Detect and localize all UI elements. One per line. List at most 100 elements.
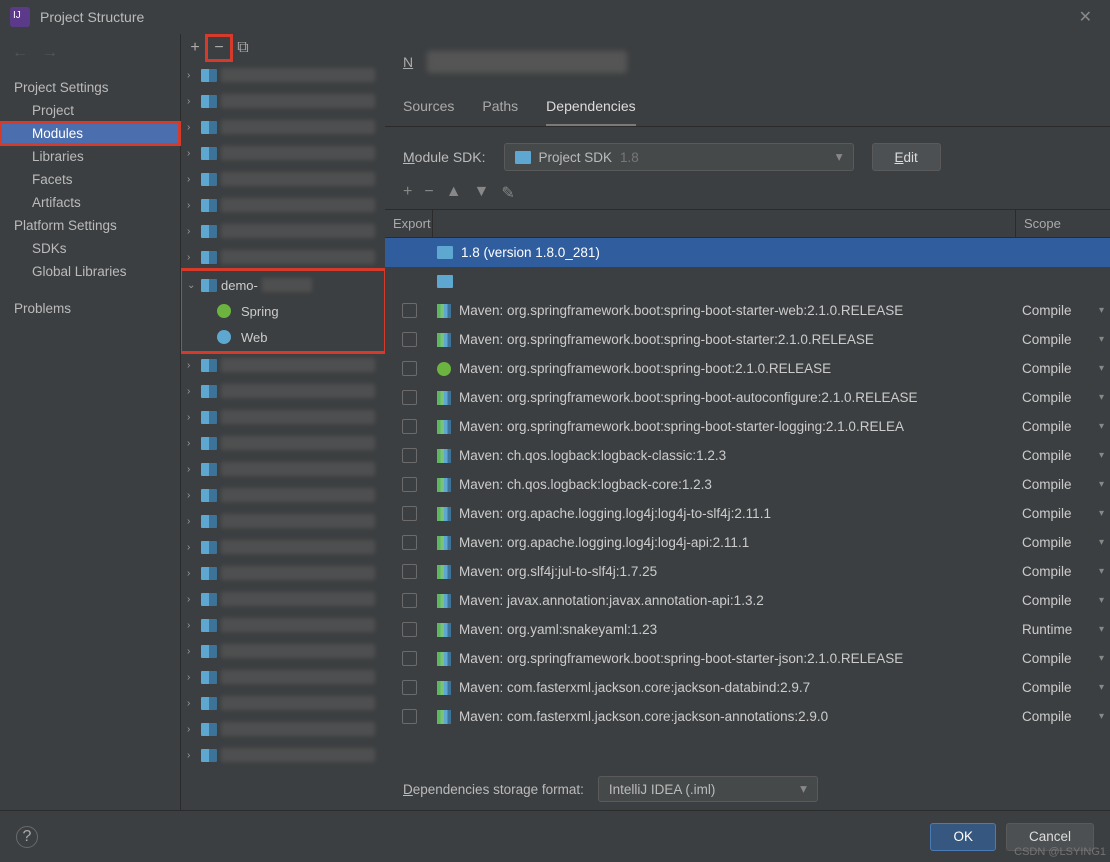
dep-remove-icon[interactable]: − (424, 183, 433, 203)
nav-forward-icon[interactable]: → (42, 44, 58, 62)
scope-combo[interactable]: Compile▾ (1016, 651, 1110, 666)
module-row[interactable]: › (181, 638, 385, 664)
export-checkbox[interactable] (402, 622, 417, 637)
module-row[interactable]: › (181, 166, 385, 192)
add-module-icon[interactable]: + (185, 38, 205, 58)
dep-row[interactable]: Maven: org.springframework.boot:spring-b… (385, 383, 1110, 412)
close-icon[interactable]: ✕ (1071, 3, 1100, 31)
scope-combo[interactable]: Compile▾ (1016, 332, 1110, 347)
export-checkbox[interactable] (402, 680, 417, 695)
dep-row[interactable]: Maven: ch.qos.logback:logback-classic:1.… (385, 441, 1110, 470)
module-row[interactable]: › (181, 430, 385, 456)
dep-row[interactable]: Maven: org.yaml:snakeyaml:1.23Runtime▾ (385, 615, 1110, 644)
module-tree[interactable]: ››››››››⌄demo-SpringWeb›››››››››››››››› (181, 62, 385, 810)
dep-up-icon[interactable]: ▲ (446, 183, 462, 203)
module-row[interactable]: › (181, 456, 385, 482)
module-row[interactable]: › (181, 140, 385, 166)
module-row[interactable]: › (181, 690, 385, 716)
dep-row[interactable]: Maven: org.apache.logging.log4j:log4j-ap… (385, 528, 1110, 557)
nav-item-facets[interactable]: Facets (0, 168, 180, 191)
tab-paths[interactable]: Paths (482, 90, 518, 126)
col-export[interactable]: Export (385, 210, 433, 237)
dep-row[interactable]: Maven: org.springframework.boot:spring-b… (385, 354, 1110, 383)
nav-item-problems[interactable]: Problems (0, 297, 180, 320)
module-web[interactable]: Web (181, 324, 385, 350)
dep-row[interactable]: Maven: org.springframework.boot:spring-b… (385, 325, 1110, 354)
nav-item-sdks[interactable]: SDKs (0, 237, 180, 260)
scope-combo[interactable]: Compile▾ (1016, 419, 1110, 434)
scope-combo[interactable]: Compile▾ (1016, 477, 1110, 492)
dep-row[interactable]: Maven: com.fasterxml.jackson.core:jackso… (385, 673, 1110, 702)
dep-row[interactable]: Maven: ch.qos.logback:logback-core:1.2.3… (385, 470, 1110, 499)
dep-row-module-source[interactable] (385, 267, 1110, 296)
dep-down-icon[interactable]: ▼ (474, 183, 490, 203)
export-checkbox[interactable] (402, 593, 417, 608)
module-row[interactable]: › (181, 88, 385, 114)
module-name-field[interactable] (427, 51, 627, 73)
dep-row[interactable]: Maven: org.apache.logging.log4j:log4j-to… (385, 499, 1110, 528)
module-row[interactable]: › (181, 62, 385, 88)
export-checkbox[interactable] (402, 303, 417, 318)
help-icon[interactable]: ? (16, 826, 38, 848)
scope-combo[interactable]: Compile▾ (1016, 680, 1110, 695)
dep-row-jdk[interactable]: 1.8 (version 1.8.0_281) (385, 238, 1110, 267)
scope-combo[interactable]: Compile▾ (1016, 390, 1110, 405)
scope-combo[interactable]: Compile▾ (1016, 709, 1110, 724)
scope-combo[interactable]: Compile▾ (1016, 564, 1110, 579)
module-demo[interactable]: ⌄demo- (181, 272, 385, 298)
nav-item-modules[interactable]: Modules (0, 122, 180, 145)
dep-row[interactable]: Maven: javax.annotation:javax.annotation… (385, 586, 1110, 615)
scope-combo[interactable]: Compile▾ (1016, 303, 1110, 318)
module-row[interactable]: › (181, 218, 385, 244)
scope-combo[interactable]: Compile▾ (1016, 506, 1110, 521)
export-checkbox[interactable] (402, 651, 417, 666)
nav-item-libraries[interactable]: Libraries (0, 145, 180, 168)
col-scope[interactable]: Scope (1016, 210, 1110, 237)
ok-button[interactable]: OK (930, 823, 996, 851)
scope-combo[interactable]: Compile▾ (1016, 593, 1110, 608)
module-row[interactable]: › (181, 114, 385, 140)
module-row[interactable]: › (181, 716, 385, 742)
scope-combo[interactable]: Compile▾ (1016, 448, 1110, 463)
module-row[interactable]: › (181, 664, 385, 690)
export-checkbox[interactable] (402, 564, 417, 579)
module-row[interactable]: › (181, 378, 385, 404)
col-name[interactable] (433, 210, 1016, 237)
module-row[interactable]: › (181, 560, 385, 586)
dep-row[interactable]: Maven: org.springframework.boot:spring-b… (385, 412, 1110, 441)
module-row[interactable]: › (181, 244, 385, 270)
dep-row[interactable]: Maven: com.fasterxml.jackson.core:jackso… (385, 702, 1110, 731)
export-checkbox[interactable] (402, 448, 417, 463)
export-checkbox[interactable] (402, 535, 417, 550)
dep-row[interactable]: Maven: org.springframework.boot:spring-b… (385, 644, 1110, 673)
module-row[interactable]: › (181, 534, 385, 560)
edit-sdk-button[interactable]: Edit (872, 143, 941, 171)
module-spring[interactable]: Spring (181, 298, 385, 324)
copy-module-icon[interactable]: ⧉ (233, 38, 253, 58)
tab-sources[interactable]: Sources (403, 90, 454, 126)
module-row[interactable]: › (181, 742, 385, 768)
export-checkbox[interactable] (402, 361, 417, 376)
module-row[interactable]: › (181, 482, 385, 508)
dep-row[interactable]: Maven: org.slf4j:jul-to-slf4j:1.7.25Comp… (385, 557, 1110, 586)
nav-item-artifacts[interactable]: Artifacts (0, 191, 180, 214)
module-row[interactable]: › (181, 586, 385, 612)
scope-combo[interactable]: Compile▾ (1016, 535, 1110, 550)
module-row[interactable]: › (181, 508, 385, 534)
nav-back-icon[interactable]: ← (12, 44, 28, 62)
scope-combo[interactable]: Compile▾ (1016, 361, 1110, 376)
module-sdk-combo[interactable]: Project SDK 1.8 ▾ (504, 143, 854, 171)
tab-dependencies[interactable]: Dependencies (546, 90, 636, 126)
module-row[interactable]: › (181, 404, 385, 430)
module-row[interactable]: › (181, 192, 385, 218)
export-checkbox[interactable] (402, 419, 417, 434)
export-checkbox[interactable] (402, 390, 417, 405)
module-row[interactable]: › (181, 612, 385, 638)
remove-module-icon[interactable]: − (209, 38, 229, 58)
module-row[interactable]: › (181, 352, 385, 378)
dep-edit-icon[interactable]: ✎ (501, 183, 514, 203)
dep-add-icon[interactable]: + (403, 183, 412, 203)
nav-item-project[interactable]: Project (0, 99, 180, 122)
export-checkbox[interactable] (402, 477, 417, 492)
export-checkbox[interactable] (402, 332, 417, 347)
